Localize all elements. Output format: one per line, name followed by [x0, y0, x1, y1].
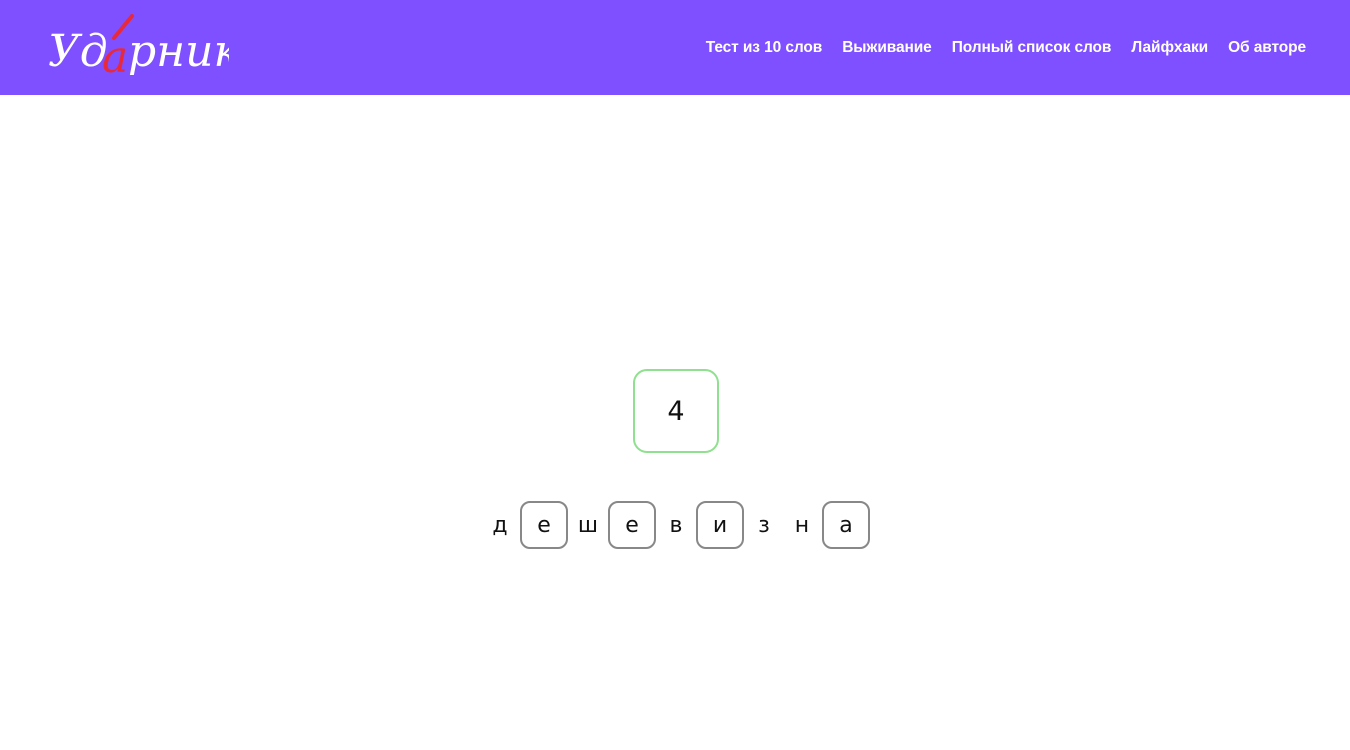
letter-consonant: н: [794, 512, 810, 538]
nav-survival[interactable]: Выживание: [842, 39, 932, 57]
nav-test-10-words[interactable]: Тест из 10 слов: [706, 39, 823, 57]
letter-vowel-choice[interactable]: а: [822, 501, 870, 549]
top-header: Уд а рник Тест из 10 слов Выживание Полн…: [0, 0, 1350, 95]
nav-lifehacks[interactable]: Лайфхаки: [1131, 39, 1208, 57]
main-nav: Тест из 10 слов Выживание Полный список …: [706, 0, 1306, 95]
letter-consonant: з: [758, 512, 770, 538]
svg-text:рник: рник: [128, 26, 229, 77]
letter-consonant: ш: [577, 512, 599, 538]
word-letters: д е ш е в и з н а: [0, 501, 1350, 549]
nav-full-word-list[interactable]: Полный список слов: [952, 39, 1112, 57]
logo-graphic: Уд а рник: [48, 14, 229, 83]
letter-vowel-choice[interactable]: и: [696, 501, 744, 549]
letter-consonant: д: [492, 512, 508, 538]
score-counter: 4: [633, 369, 719, 453]
letter-vowel-choice[interactable]: е: [608, 501, 656, 549]
letter-vowel-choice[interactable]: е: [520, 501, 568, 549]
nav-about-author[interactable]: Об авторе: [1228, 39, 1306, 57]
udarnik-logo[interactable]: Уд а рник: [44, 14, 229, 84]
letter-consonant: в: [669, 512, 683, 538]
svg-text:Уд: Уд: [48, 26, 108, 77]
